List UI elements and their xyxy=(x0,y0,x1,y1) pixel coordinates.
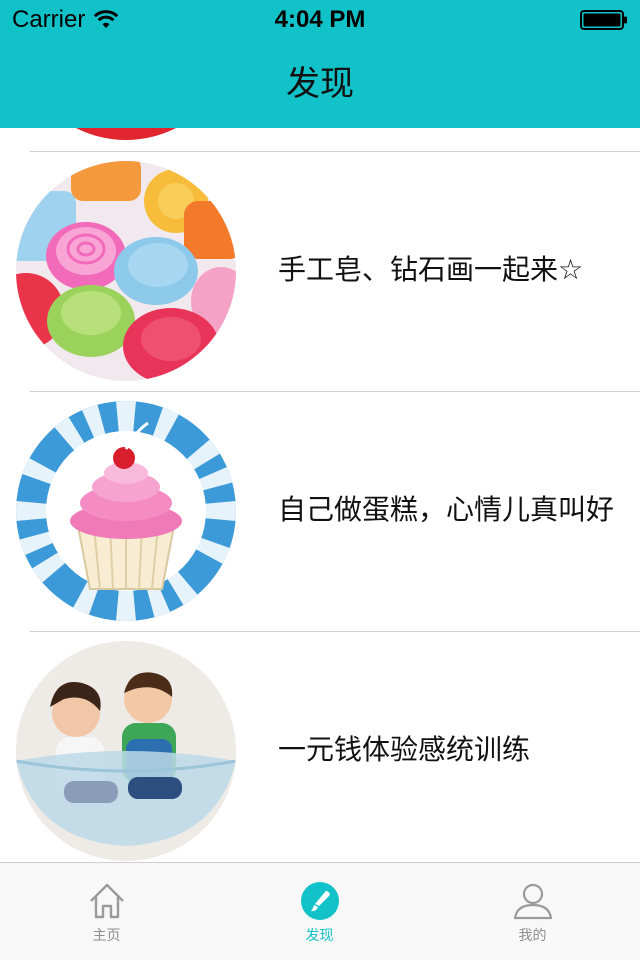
cupcake-image xyxy=(16,401,236,621)
discover-list[interactable]: 手工皂、钻石画一起来☆ 自己做蛋糕，心情儿真叫好 一元钱体验感统训练 xyxy=(0,128,640,862)
discover-screen: Carrier 4:04 PM 发现 手工皂、钻石画一起来☆ 自己做蛋糕，心情儿… xyxy=(0,0,640,960)
home-icon xyxy=(89,883,124,919)
previous-item-image[interactable] xyxy=(16,128,236,140)
handmade-soap-image xyxy=(16,161,236,381)
status-bar: Carrier 4:04 PM xyxy=(0,0,640,40)
tab-label: 我的 xyxy=(518,928,547,944)
tab-bar: 主页 发现 我的 xyxy=(0,862,640,960)
list-item[interactable]: 手工皂、钻石画一起来☆ xyxy=(0,152,640,391)
kids-balance-image xyxy=(16,641,236,861)
list-item[interactable]: 一元钱体验感统训练 xyxy=(0,632,640,862)
list-item-title: 手工皂、钻石画一起来☆ xyxy=(278,253,584,286)
tab-label: 主页 xyxy=(92,928,121,944)
list-item-title: 一元钱体验感统训练 xyxy=(278,733,531,766)
page-title: 发现 xyxy=(286,64,354,104)
tab-profile[interactable]: 我的 xyxy=(426,863,639,960)
clock: 4:04 PM xyxy=(274,6,366,33)
list-item-title: 自己做蛋糕，心情儿真叫好 xyxy=(278,493,615,526)
navigation-bar: Carrier 4:04 PM 发现 xyxy=(0,0,640,128)
tab-discover[interactable]: 发现 xyxy=(213,863,426,960)
list-item[interactable]: 自己做蛋糕，心情儿真叫好 xyxy=(0,392,640,631)
battery-icon xyxy=(580,10,627,30)
tab-label: 发现 xyxy=(305,928,334,944)
tab-home[interactable]: 主页 xyxy=(0,863,213,960)
brush-icon xyxy=(300,882,339,920)
person-icon xyxy=(513,883,552,920)
